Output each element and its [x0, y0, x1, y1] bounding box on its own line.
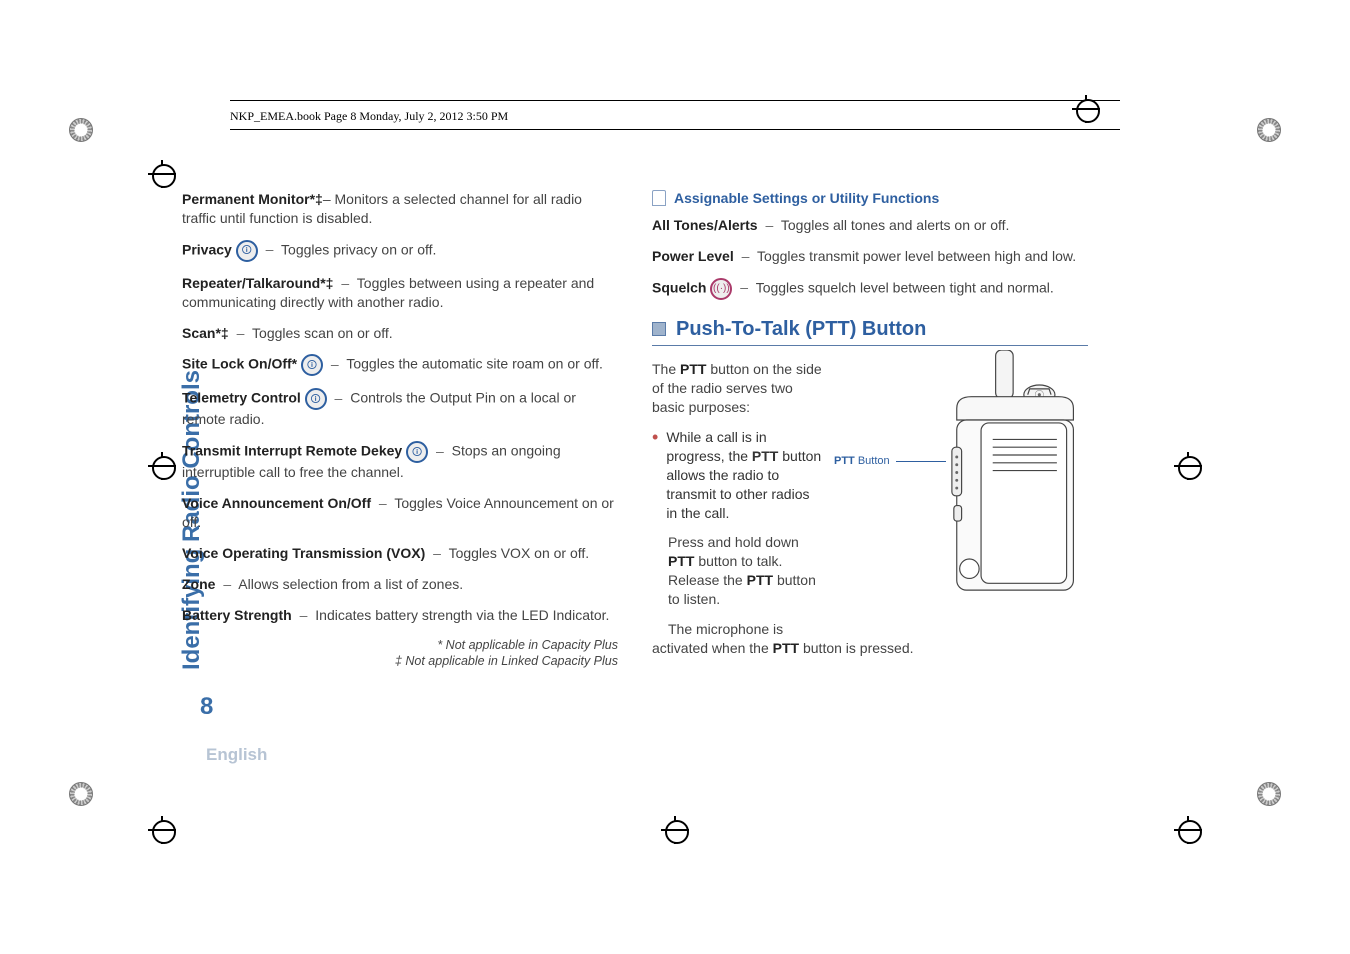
print-registration-mark	[69, 782, 93, 806]
separator: –	[736, 279, 752, 295]
setting-power-level: Power Level – Toggles transmit power lev…	[652, 247, 1088, 266]
ptt-bullet-text: While a call is in progress, the PTT but…	[666, 428, 822, 522]
print-crosshair-mark	[148, 160, 176, 188]
feature-label: Telemetry Control	[182, 390, 301, 406]
setting-squelch: Squelch ((·)) – Toggles squelch level be…	[652, 278, 1088, 300]
feature-desc: Toggles scan on or off.	[252, 325, 393, 341]
ptt-block: The PTT button on the side of the radio …	[652, 360, 1088, 640]
setting-label: Squelch	[652, 279, 706, 295]
feature-label: Transmit Interrupt Remote Dekey	[182, 443, 402, 459]
setting-label: Power Level	[652, 248, 734, 264]
separator: –	[331, 390, 347, 406]
heading-rule	[652, 345, 1088, 346]
ptt-button-callout: PTT Button	[834, 455, 890, 467]
setting-desc: Toggles all tones and alerts on or off.	[781, 217, 1010, 233]
ptt-mic-note-part1: The microphone is	[652, 620, 822, 639]
ptt-intro: The PTT button on the side of the radio …	[652, 360, 822, 417]
radio-illustration: ⦿	[913, 350, 1088, 603]
separator: –	[219, 576, 235, 592]
squelch-icon: ((·))	[710, 278, 732, 300]
tx-interrupt-icon: 🛈	[406, 441, 428, 463]
telemetry-icon: 🛈	[305, 388, 327, 410]
print-registration-mark	[1257, 118, 1281, 142]
print-registration-mark	[1257, 782, 1281, 806]
setting-tones-alerts: All Tones/Alerts – Toggles all tones and…	[652, 216, 1088, 235]
feature-label: Privacy	[182, 241, 232, 257]
print-crosshair-mark	[148, 816, 176, 844]
feature-label: Permanent Monitor*‡	[182, 191, 323, 207]
feature-desc: Indicates battery strength via the LED I…	[315, 607, 609, 623]
site-lock-icon: 🛈	[301, 354, 323, 376]
settings-subheading: Assignable Settings or Utility Functions	[652, 190, 1088, 206]
print-crosshair-mark	[1174, 452, 1202, 480]
settings-heading-text: Assignable Settings or Utility Functions	[674, 190, 939, 206]
footnote-capacity-plus: * Not applicable in Capacity Plus	[182, 637, 618, 653]
separator: –	[233, 325, 249, 341]
language-label: English	[206, 745, 267, 765]
feature-scan: Scan*‡ – Toggles scan on or off.	[182, 324, 618, 343]
print-crosshair-mark	[1174, 816, 1202, 844]
separator: –	[337, 275, 353, 291]
print-crosshair-mark	[661, 816, 689, 844]
running-header-text: NKP_EMEA.book Page 8 Monday, July 2, 201…	[230, 109, 508, 123]
feature-label: Voice Operating Transmission (VOX)	[182, 545, 425, 561]
setting-desc: Toggles squelch level between tight and …	[756, 279, 1054, 295]
footnotes: * Not applicable in Capacity Plus ‡ Not …	[182, 637, 618, 670]
feature-label: Site Lock On/Off*	[182, 356, 297, 372]
setting-desc: Toggles transmit power level between hig…	[757, 248, 1076, 264]
feature-site-lock: Site Lock On/Off* 🛈 – Toggles the automa…	[182, 354, 618, 376]
page-header-rule: NKP_EMEA.book Page 8 Monday, July 2, 201…	[230, 100, 1120, 124]
privacy-icon: 🛈	[236, 240, 258, 262]
feature-label: Repeater/Talkaround*‡	[182, 275, 333, 291]
feature-permanent-monitor: Permanent Monitor*‡– Monitors a selected…	[182, 190, 618, 228]
page-content: Permanent Monitor*‡– Monitors a selected…	[182, 190, 1102, 730]
separator: –	[296, 607, 312, 623]
separator: –	[327, 356, 343, 372]
feature-repeater-talkaround: Repeater/Talkaround*‡ – Toggles between …	[182, 274, 618, 312]
ptt-heading-row: Push-To-Talk (PTT) Button	[652, 318, 1088, 341]
feature-vox: Voice Operating Transmission (VOX) – Tog…	[182, 544, 618, 563]
separator: –	[375, 495, 391, 511]
separator: –	[738, 248, 754, 264]
separator: –	[432, 443, 448, 459]
feature-label: Voice Announcement On/Off	[182, 495, 371, 511]
bullet-dot-icon: •	[652, 428, 658, 522]
print-registration-mark	[69, 118, 93, 142]
feature-voice-announcement: Voice Announcement On/Off – Toggles Voic…	[182, 494, 618, 532]
feature-desc: Toggles the automatic site roam on or of…	[346, 356, 603, 372]
feature-zone: Zone – Allows selection from a list of z…	[182, 575, 618, 594]
feature-privacy: Privacy 🛈 – Toggles privacy on or off.	[182, 240, 618, 262]
left-column: Permanent Monitor*‡– Monitors a selected…	[182, 190, 618, 730]
print-crosshair-mark	[148, 452, 176, 480]
feature-label: Battery Strength	[182, 607, 292, 623]
ptt-text-column: The PTT button on the side of the radio …	[652, 360, 822, 640]
right-column: Assignable Settings or Utility Functions…	[652, 190, 1088, 730]
footnote-linked-capacity-plus: ‡ Not applicable in Linked Capacity Plus	[182, 653, 618, 669]
separator: –	[429, 545, 445, 561]
feature-label: Scan*‡	[182, 325, 229, 341]
separator: –	[761, 217, 777, 233]
heading-square-icon	[652, 322, 666, 336]
ptt-figure: PTT Button ⦿	[834, 360, 1088, 640]
feature-label: Zone	[182, 576, 215, 592]
feature-tx-interrupt: Transmit Interrupt Remote Dekey 🛈 – Stop…	[182, 441, 618, 482]
ptt-hold-instruction: Press and hold down PTT button to talk. …	[652, 533, 822, 609]
ptt-mic-note-part2: activated when the PTT button is pressed…	[652, 639, 1088, 658]
separator: –	[262, 241, 278, 257]
feature-desc: Allows selection from a list of zones.	[238, 576, 463, 592]
note-icon	[652, 190, 666, 206]
setting-label: All Tones/Alerts	[652, 217, 758, 233]
feature-desc: Toggles privacy on or off.	[281, 241, 436, 257]
ptt-heading: Push-To-Talk (PTT) Button	[676, 318, 926, 341]
feature-desc: Toggles VOX on or off.	[449, 545, 590, 561]
ptt-bullet-1: • While a call is in progress, the PTT b…	[652, 428, 822, 522]
feature-battery-strength: Battery Strength – Indicates battery str…	[182, 606, 618, 625]
feature-telemetry: Telemetry Control 🛈 – Controls the Outpu…	[182, 388, 618, 429]
